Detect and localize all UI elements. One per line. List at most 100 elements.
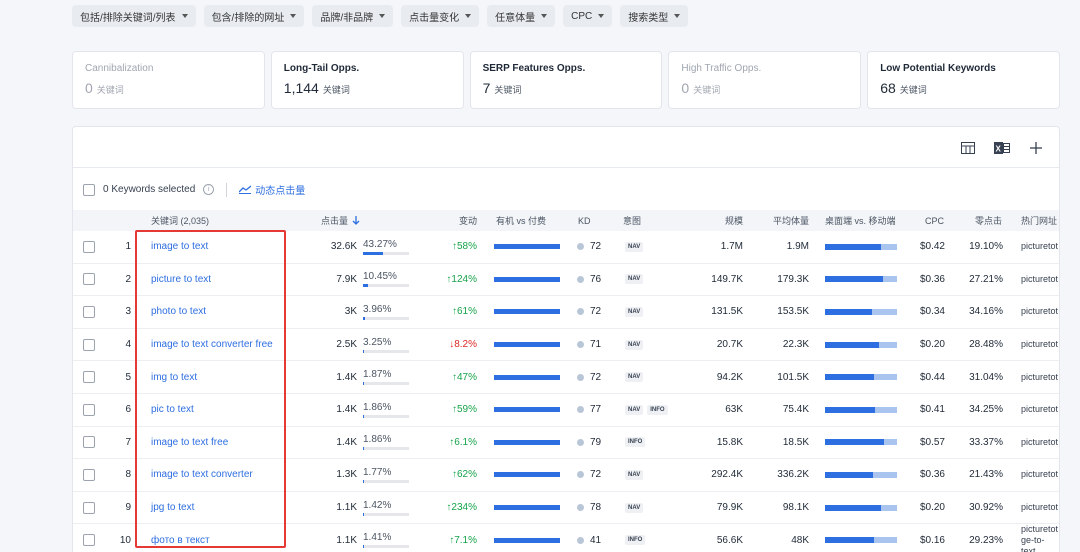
- col-clicks[interactable]: 点击量: [321, 210, 360, 231]
- intent-cell: NAV: [625, 264, 647, 296]
- keywords-panel: X 0 Keywords selected i 动态点击量 关键词 (2,035…: [72, 126, 1060, 552]
- table-row: 5 img to text 1.4K 1.87% ↑ 47% 72 NAV 94.2K 101.5…: [73, 361, 1059, 394]
- row-checkbox[interactable]: [83, 338, 95, 351]
- change-value: 8.2%: [454, 339, 477, 351]
- keyword-link[interactable]: picture to text: [151, 274, 211, 285]
- top-url-link[interactable]: picturetot: [1021, 404, 1058, 415]
- intent-badge: INFO: [625, 535, 646, 546]
- row-checkbox[interactable]: [83, 501, 95, 514]
- col-desktop-vs-mobile[interactable]: 桌面端 vs. 移动端: [825, 210, 896, 231]
- intent-cell: NAV: [625, 459, 647, 491]
- change-value: 61%: [456, 306, 477, 318]
- filter-dropdown[interactable]: 搜索类型: [620, 5, 689, 27]
- col-avg-volume[interactable]: 平均体量: [773, 210, 809, 231]
- row-checkbox[interactable]: [83, 240, 95, 253]
- clicks-share-pct: 3.25%: [363, 336, 392, 348]
- top-url-link[interactable]: picturetot: [1021, 502, 1058, 513]
- excel-icon[interactable]: X: [993, 139, 1011, 157]
- card-value: 7: [482, 80, 491, 96]
- clicks-share: 10.45%: [363, 271, 409, 288]
- intent-badge: NAV: [625, 502, 644, 513]
- top-url-link[interactable]: picturetot: [1021, 339, 1058, 350]
- filter-label: 点击量变化: [409, 12, 460, 24]
- clicks-share: 1.77%: [363, 467, 409, 483]
- keyword-link[interactable]: фото в текст: [151, 535, 210, 546]
- select-all-checkbox[interactable]: [83, 183, 95, 196]
- columns-icon[interactable]: [959, 139, 977, 157]
- top-url-link[interactable]: picturetot: [1021, 469, 1058, 480]
- keyword-link[interactable]: image to text converter: [151, 469, 253, 480]
- volume-value: 94.2K: [716, 371, 743, 383]
- filter-dropdown[interactable]: CPC: [563, 5, 613, 27]
- summary-card[interactable]: Cannibalization 0 关键词: [72, 51, 265, 109]
- kd-value: 78: [590, 502, 602, 514]
- top-url-link[interactable]: picturetot: [1021, 274, 1058, 285]
- dynamic-clicks-button[interactable]: 动态点击量: [239, 182, 305, 197]
- sort-down-icon: [352, 216, 360, 225]
- keyword-link[interactable]: photo to text: [151, 306, 206, 317]
- col-kd[interactable]: KD: [578, 210, 591, 231]
- row-checkbox[interactable]: [83, 534, 95, 547]
- cpc-value: $0.41: [919, 404, 945, 416]
- zero-click-value: 21.43%: [969, 469, 1003, 481]
- col-keyword[interactable]: 关键词 (2,035): [151, 210, 209, 231]
- summary-card[interactable]: High Traffic Opps. 0 关键词: [668, 51, 862, 109]
- caret-down-icon: [290, 14, 297, 18]
- clicks-share-bar: [363, 414, 409, 418]
- clicks-share-pct: 43.27%: [363, 238, 397, 250]
- change-value: 6.1%: [454, 436, 477, 448]
- top-url-link[interactable]: picturetot: [1021, 437, 1058, 448]
- cpc-value: $0.36: [919, 273, 945, 285]
- keyword-link[interactable]: img to text: [151, 372, 197, 383]
- change-cell: ↑ 7.1%: [429, 524, 477, 552]
- plus-icon[interactable]: [1027, 139, 1045, 157]
- keyword-link[interactable]: image to text: [151, 241, 208, 252]
- card-value-row: 1,144 关键词: [284, 80, 451, 96]
- col-volume[interactable]: 规模: [725, 210, 743, 231]
- keyword-link[interactable]: image to text free: [151, 437, 228, 448]
- row-checkbox[interactable]: [83, 305, 95, 318]
- col-organic-vs-paid[interactable]: 有机 vs 付费: [496, 210, 546, 231]
- card-value: 1,144: [283, 80, 319, 96]
- keyword-link[interactable]: jpg to text: [151, 502, 194, 513]
- filter-dropdown[interactable]: 包括/排除关键词/列表: [72, 5, 196, 27]
- keyword-link[interactable]: pic to text: [151, 404, 194, 415]
- clicks-share-pct: 1.86%: [363, 401, 392, 413]
- top-url-link[interactable]: picturetot: [1021, 241, 1058, 252]
- col-top-url[interactable]: 热门网址: [1021, 210, 1057, 231]
- top-url-link[interactable]: picturetot: [1021, 372, 1058, 383]
- summary-card[interactable]: Long-Tail Opps. 1,144 关键词: [270, 51, 464, 109]
- selected-count: 0 Keywords selected: [103, 184, 196, 195]
- row-index: 2: [125, 273, 131, 285]
- filter-dropdown[interactable]: 任意体量: [487, 5, 556, 27]
- avg-volume-value: 48K: [791, 534, 809, 546]
- clicks-share: 1.42%: [363, 500, 409, 516]
- row-checkbox[interactable]: [83, 468, 95, 481]
- row-checkbox[interactable]: [83, 403, 95, 416]
- col-change[interactable]: 变动: [459, 210, 477, 231]
- avg-volume-value: 336.2K: [777, 469, 809, 481]
- col-intent[interactable]: 意图: [623, 210, 641, 231]
- keyword-link[interactable]: image to text converter free: [151, 339, 273, 350]
- summary-card[interactable]: Low Potential Keywords 68 关键词: [867, 51, 1060, 109]
- change-cell: ↑ 234%: [429, 492, 477, 524]
- top-url-link[interactable]: picturetot: [1021, 306, 1058, 317]
- row-checkbox[interactable]: [83, 436, 95, 449]
- organic-paid-bar: [494, 244, 560, 250]
- info-icon[interactable]: i: [203, 184, 215, 195]
- zero-click-value: 27.21%: [969, 273, 1003, 285]
- summary-card[interactable]: SERP Features Opps. 7 关键词: [469, 51, 663, 109]
- row-checkbox[interactable]: [83, 371, 95, 384]
- kd-dot-icon: [577, 471, 584, 479]
- col-cpc[interactable]: CPC: [925, 210, 944, 231]
- filter-dropdown[interactable]: 包含/排除的网址: [203, 5, 305, 27]
- kd-dot-icon: [577, 438, 584, 446]
- avg-volume-value: 179.3K: [777, 273, 809, 285]
- top-url-link[interactable]: picturetot ge-to-text: [1021, 524, 1059, 552]
- filter-dropdown[interactable]: 点击量变化: [401, 5, 480, 27]
- row-checkbox[interactable]: [83, 273, 95, 286]
- col-zero-click[interactable]: 零点击: [975, 210, 1002, 231]
- filter-dropdown[interactable]: 品牌/非品牌: [312, 5, 394, 27]
- intent-badge: INFO: [625, 437, 646, 448]
- row-index: 7: [125, 436, 131, 448]
